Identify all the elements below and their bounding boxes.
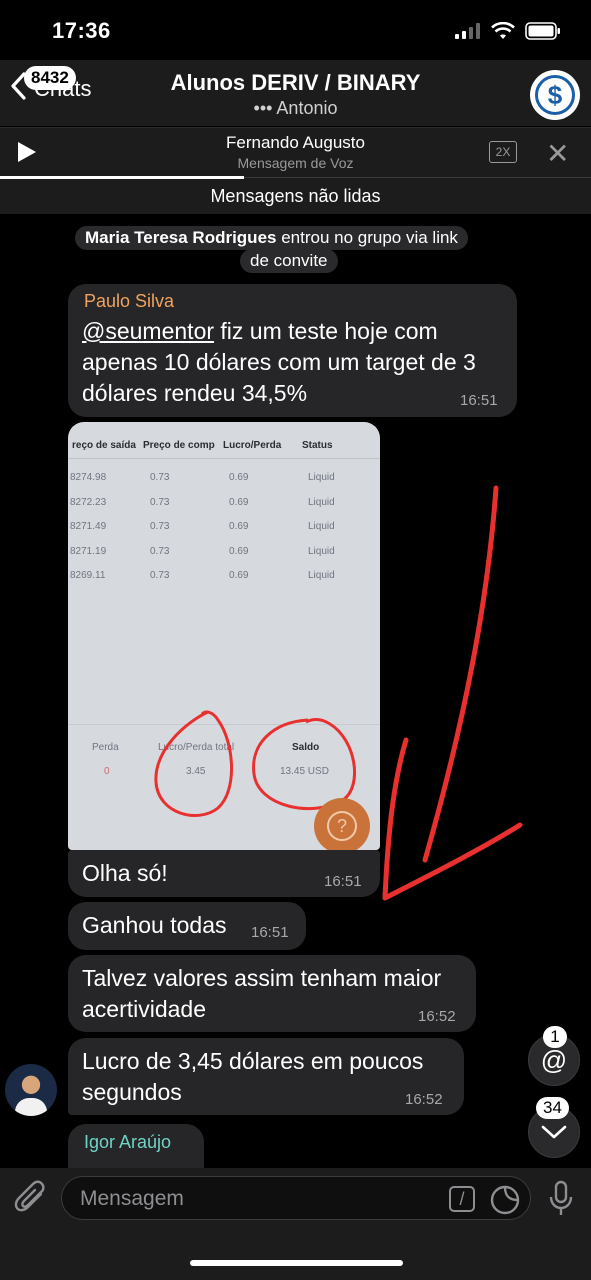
paperclip-icon [14,1180,45,1212]
message-text: @seumentor fiz um teste hoje com apenas … [82,316,476,409]
message-text-part: Lucro de 3,45 dólares em poucos [82,1048,424,1074]
message-text-part: fiz um teste hoje com [214,318,438,344]
message-text: Olha só! [82,860,168,886]
sticker-button[interactable] [489,1184,521,1221]
unread-divider: Mensagens não lidas [0,180,591,214]
service-user[interactable]: Maria Teresa Rodrigues [85,228,276,247]
chat-title[interactable]: Alunos DERIV / BINARY [0,70,591,96]
microphone-icon [549,1180,573,1215]
message-time: 16:51 [460,392,498,409]
message-text: Lucro de 3,45 dólares em poucos segundos [82,1046,423,1108]
signal-icon [455,23,480,39]
sticker-icon [490,1185,520,1215]
message-time: 16:51 [251,924,289,941]
chevron-down-icon [541,1125,567,1139]
dollar-icon: $ [535,75,575,115]
photo-caption-bubble[interactable]: Olha só! 16:51 [68,850,380,897]
at-icon: @ [540,1044,568,1075]
battery-icon [525,22,560,40]
help-button: ? [314,798,370,850]
sender-name[interactable]: Igor Araújo [84,1132,171,1153]
red-arrow-annotation [382,485,523,901]
mentions-badge: 1 [543,1026,567,1048]
red-circle-annotation [154,710,234,817]
message-bubble[interactable]: Lucro de 3,45 dólares em poucos segundos… [68,1038,464,1115]
message-time: 16:52 [405,1091,443,1108]
message-text-part: dólares rendeu 34,5% [82,380,308,406]
group-avatar[interactable]: $ [530,70,580,120]
avatar-shirt [15,1098,47,1116]
status-time: 17:36 [52,18,111,43]
attach-button[interactable] [14,1180,48,1221]
sender-name[interactable]: Paulo Silva [84,291,174,312]
message-time: 16:51 [324,873,362,890]
user-avatar[interactable] [5,1064,57,1116]
question-icon: ? [327,811,357,841]
playback-speed-button[interactable]: 2X [489,141,517,163]
status-icons [455,22,561,40]
service-text: entrou no grupo via link [276,228,458,247]
message-text-part: segundos [82,1079,182,1105]
commands-icon[interactable]: / [449,1186,475,1212]
home-indicator [190,1260,403,1266]
service-message-line1: Maria Teresa Rodrigues entrou no grupo v… [75,226,468,250]
player-track [244,177,591,178]
service-message-line2: de convite [240,249,338,273]
message-text: Ganhou todas [82,912,227,938]
message-text-part: acertividade [82,996,207,1022]
player-progress [0,176,244,179]
unread-messages-badge: 34 [536,1097,569,1119]
message-bubble[interactable]: Paulo Silva @seumentor fiz um teste hoje… [68,284,517,417]
message-bubble[interactable]: Ganhou todas 16:51 [68,902,306,950]
mention-link[interactable]: @seumentor [82,318,214,344]
message-text-part: Talvez valores assim tenham maior [82,965,442,991]
red-circle-annotation [252,718,356,811]
microphone-button[interactable] [548,1180,574,1223]
close-icon[interactable]: ✕ [546,137,569,170]
message-time: 16:52 [418,1008,456,1025]
photo-attachment[interactable]: reço de saída Preço de comp Lucro/Perda … [68,422,380,850]
message-text: Talvez valores assim tenham maior acerti… [82,963,441,1025]
message-input-placeholder: Mensagem [80,1187,184,1210]
message-text-part: apenas 10 dólares com um target de 3 [82,349,476,375]
message-bubble[interactable]: Talvez valores assim tenham maior acerti… [68,955,476,1032]
typing-status: ••• Antonio [253,98,338,118]
photo-annotations [154,710,356,817]
wifi-icon [491,22,515,39]
